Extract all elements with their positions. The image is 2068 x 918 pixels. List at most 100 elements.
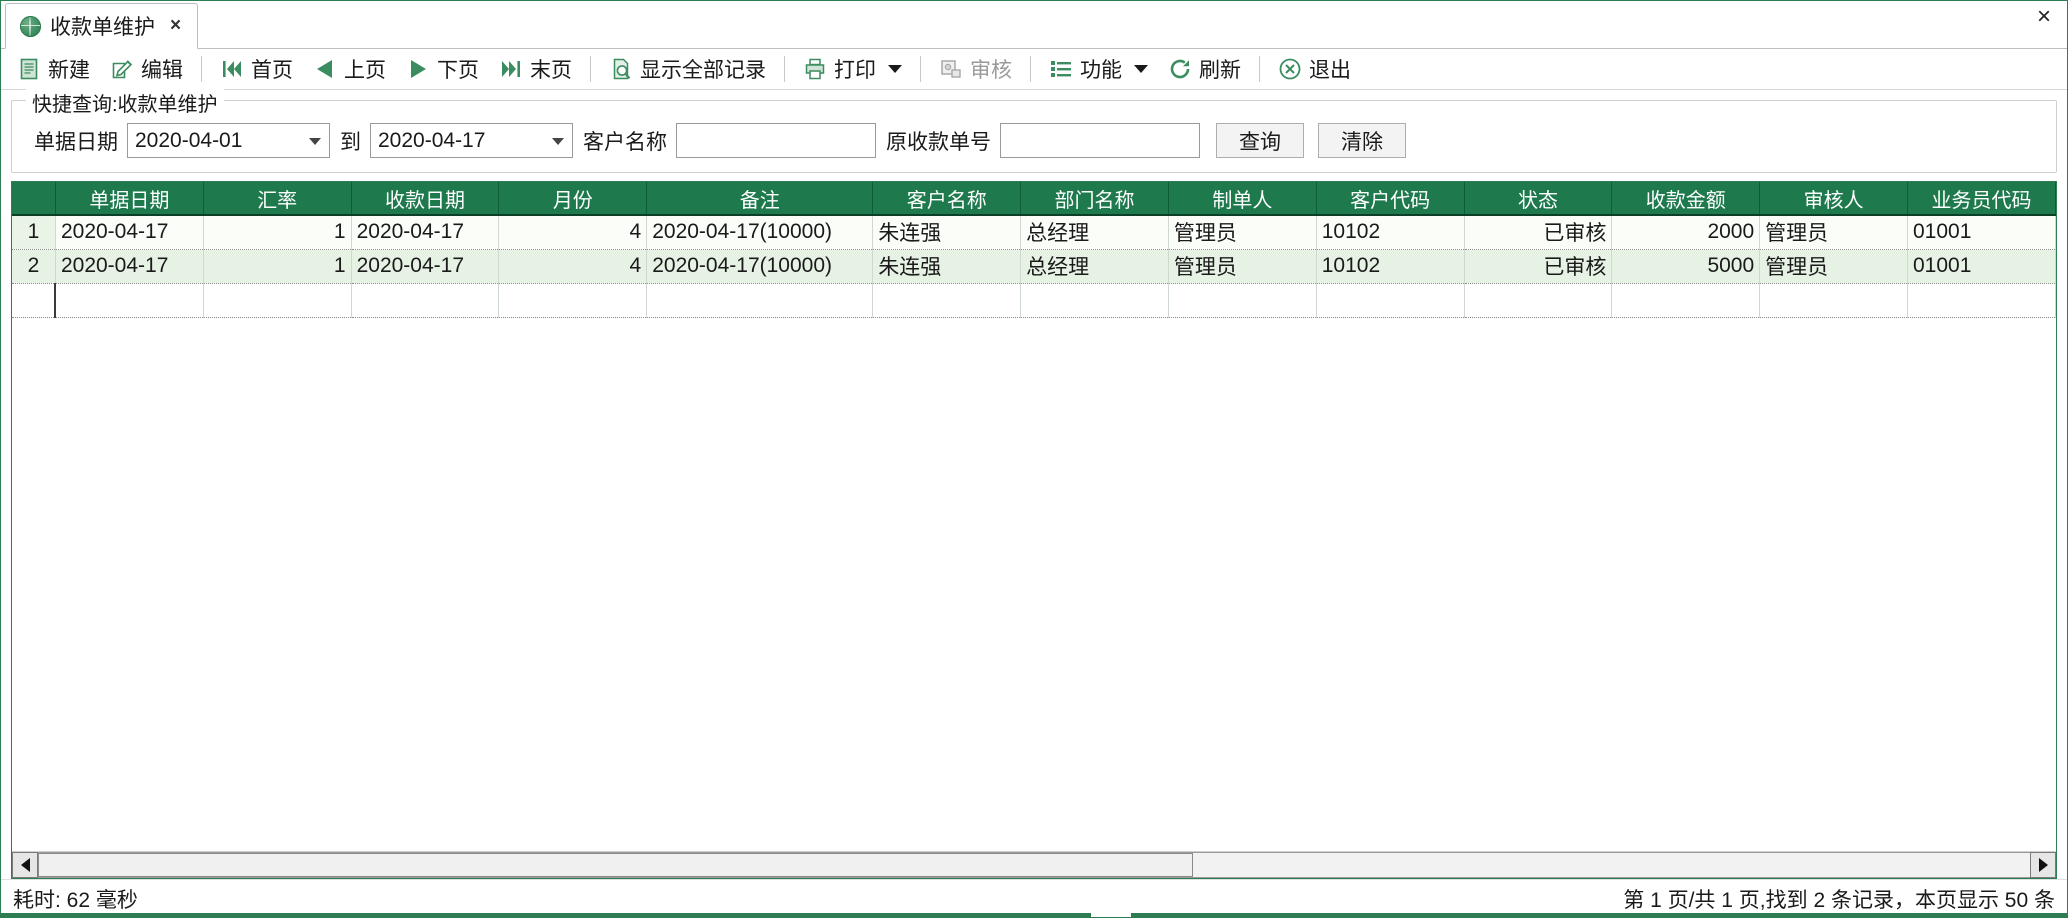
toolbar-separator [590, 56, 591, 82]
toolbar-label-audit: 审核 [970, 59, 1012, 82]
toolbar-button-next-page[interactable]: 下页 [396, 53, 489, 85]
column-header-auditor[interactable]: 审核人 [1759, 182, 1908, 216]
cell-cust_code[interactable]: 10102 [1316, 215, 1465, 250]
column-header-customer[interactable]: 客户名称 [872, 182, 1022, 216]
status-pagination-info: 第 1 页/共 1 页,找到 2 条记录，本页显示 50 条 [1623, 888, 2055, 912]
chevron-down-icon[interactable] [552, 137, 564, 145]
application-window: 收款单维护 × × 新建 编辑 首页 上页 下页 末页 显示全部记录 打印 审核… [0, 0, 2068, 918]
magnifier-doc-icon [613, 58, 631, 80]
cell-amount[interactable]: 5000 [1611, 249, 1761, 284]
row-number-cell[interactable]: 2 [12, 249, 56, 284]
column-header-rate[interactable]: 汇率 [203, 182, 352, 216]
column-header-remark[interactable]: 备注 [646, 182, 874, 216]
records-grid: 单据日期 汇率 收款日期 月份 备注 客户名称 部门名称 制单人 客户代码 状态 收款金额 审核人 业务… [11, 181, 2057, 879]
pencil-edit-icon [112, 60, 133, 79]
scrollbar-thumb[interactable] [38, 853, 1194, 877]
column-header-maker[interactable]: 制单人 [1168, 182, 1317, 216]
toolbar-button-new[interactable]: 新建 [7, 53, 100, 85]
column-header-month[interactable]: 月份 [498, 182, 648, 216]
arrow-right-icon [2038, 858, 2048, 872]
grid-scroll-area[interactable]: 单据日期 汇率 收款日期 月份 备注 客户名称 部门名称 制单人 客户代码 状态 收款金额 审核人 业务… [12, 182, 2056, 851]
empty-cell [1464, 283, 1613, 318]
cell-auditor[interactable]: 管理员 [1759, 215, 1908, 250]
cell-sales_code[interactable]: 01001 [1907, 215, 2056, 250]
cell-rate[interactable]: 1 [203, 249, 352, 284]
row-number-cell[interactable]: 1 [12, 215, 56, 250]
cell-maker[interactable]: 管理员 [1168, 249, 1317, 284]
toolbar: 新建 编辑 首页 上页 下页 末页 显示全部记录 打印 审核 功能 刷新 退出 [1, 49, 2067, 90]
empty-cell [498, 283, 648, 318]
toolbar-button-print[interactable]: 打印 [793, 53, 912, 85]
cell-doc_date[interactable]: 2020-04-17 [55, 249, 204, 284]
chevron-down-icon[interactable] [309, 137, 321, 145]
cell-rate[interactable]: 1 [203, 215, 352, 250]
prev-page-icon [317, 60, 332, 78]
cell-dept[interactable]: 总经理 [1020, 249, 1169, 284]
toolbar-label-prev-page: 上页 [344, 59, 386, 82]
window-close-icon[interactable]: × [2031, 3, 2057, 31]
column-header-amount[interactable]: 收款金额 [1611, 182, 1761, 216]
toolbar-label-first-page: 首页 [251, 59, 293, 82]
clear-button[interactable]: 清除 [1318, 123, 1406, 158]
toolbar-button-function[interactable]: 功能 [1039, 53, 1158, 85]
chevron-down-icon[interactable] [888, 65, 902, 73]
toolbar-button-refresh[interactable]: 刷新 [1158, 53, 1251, 85]
cell-sales_code[interactable]: 01001 [1907, 249, 2056, 284]
empty-cell [1316, 283, 1465, 318]
date-to-select[interactable]: 2020-04-17 [370, 123, 573, 158]
toolbar-button-edit[interactable]: 编辑 [100, 53, 193, 85]
scrollbar-track[interactable] [38, 852, 2030, 878]
cell-recv_date[interactable]: 2020-04-17 [351, 249, 500, 284]
globe-icon [20, 15, 41, 37]
customer-name-label: 客户名称 [583, 130, 667, 154]
date-from-select[interactable]: 2020-04-01 [127, 123, 330, 158]
horizontal-scrollbar[interactable] [12, 851, 2056, 878]
cell-customer[interactable]: 朱连强 [872, 249, 1022, 284]
arrow-left-icon [20, 858, 30, 872]
date-range-to-label: 到 [340, 130, 361, 154]
cell-month[interactable]: 4 [498, 215, 648, 250]
scroll-left-button[interactable] [12, 852, 38, 878]
original-order-no-input[interactable] [1000, 123, 1200, 158]
cell-doc_date[interactable]: 2020-04-17 [55, 215, 204, 250]
search-button[interactable]: 查询 [1216, 123, 1304, 158]
exit-circle-icon [1279, 58, 1301, 80]
tab-close-icon[interactable]: × [164, 15, 183, 37]
toolbar-separator [920, 56, 921, 82]
cell-month[interactable]: 4 [498, 249, 648, 284]
cell-status[interactable]: 已审核 [1464, 215, 1613, 250]
column-header-status[interactable]: 状态 [1464, 182, 1613, 216]
cell-status[interactable]: 已审核 [1464, 249, 1613, 284]
toolbar-label-print: 打印 [834, 59, 876, 82]
column-header-doc_date[interactable]: 单据日期 [55, 182, 204, 216]
toolbar-button-last-page[interactable]: 末页 [489, 53, 582, 85]
cell-maker[interactable]: 管理员 [1168, 215, 1317, 250]
cell-recv_date[interactable]: 2020-04-17 [351, 215, 500, 250]
toolbar-label-refresh: 刷新 [1199, 59, 1241, 82]
list-menu-icon [1051, 61, 1071, 77]
cell-customer[interactable]: 朱连强 [872, 215, 1022, 250]
chevron-down-icon[interactable] [1134, 65, 1148, 73]
column-header-sales_code[interactable]: 业务员代码 [1907, 182, 2056, 216]
tab-receipt-maintenance[interactable]: 收款单维护 × [5, 3, 199, 49]
cell-dept[interactable]: 总经理 [1020, 215, 1169, 250]
toolbar-separator [201, 56, 202, 82]
toolbar-separator [1030, 56, 1031, 82]
column-header-recv_date[interactable]: 收款日期 [351, 182, 500, 216]
cell-remark[interactable]: 2020-04-17(10000) [646, 215, 874, 250]
customer-name-input[interactable] [676, 123, 876, 158]
toolbar-button-exit[interactable]: 退出 [1268, 53, 1361, 85]
cell-auditor[interactable]: 管理员 [1759, 249, 1908, 284]
cell-remark[interactable]: 2020-04-17(10000) [646, 249, 874, 284]
cell-cust_code[interactable]: 10102 [1316, 249, 1465, 284]
toolbar-button-first-page[interactable]: 首页 [210, 53, 303, 85]
toolbar-button-prev-page[interactable]: 上页 [303, 53, 396, 85]
cell-amount[interactable]: 2000 [1611, 215, 1761, 250]
table-row[interactable]: 1 2020-04-17 1 2020-04-17 4 2020-04-17(10000)… [12, 215, 2056, 250]
column-header-cust_code[interactable]: 客户代码 [1316, 182, 1465, 216]
scroll-right-button[interactable] [2030, 852, 2056, 878]
toolbar-button-show-all-records[interactable]: 显示全部记录 [599, 53, 776, 85]
table-row[interactable]: 2 2020-04-17 1 2020-04-17 4 2020-04-17(10000)… [12, 249, 2056, 284]
column-header-dept[interactable]: 部门名称 [1020, 182, 1169, 216]
empty-cell [646, 283, 874, 318]
